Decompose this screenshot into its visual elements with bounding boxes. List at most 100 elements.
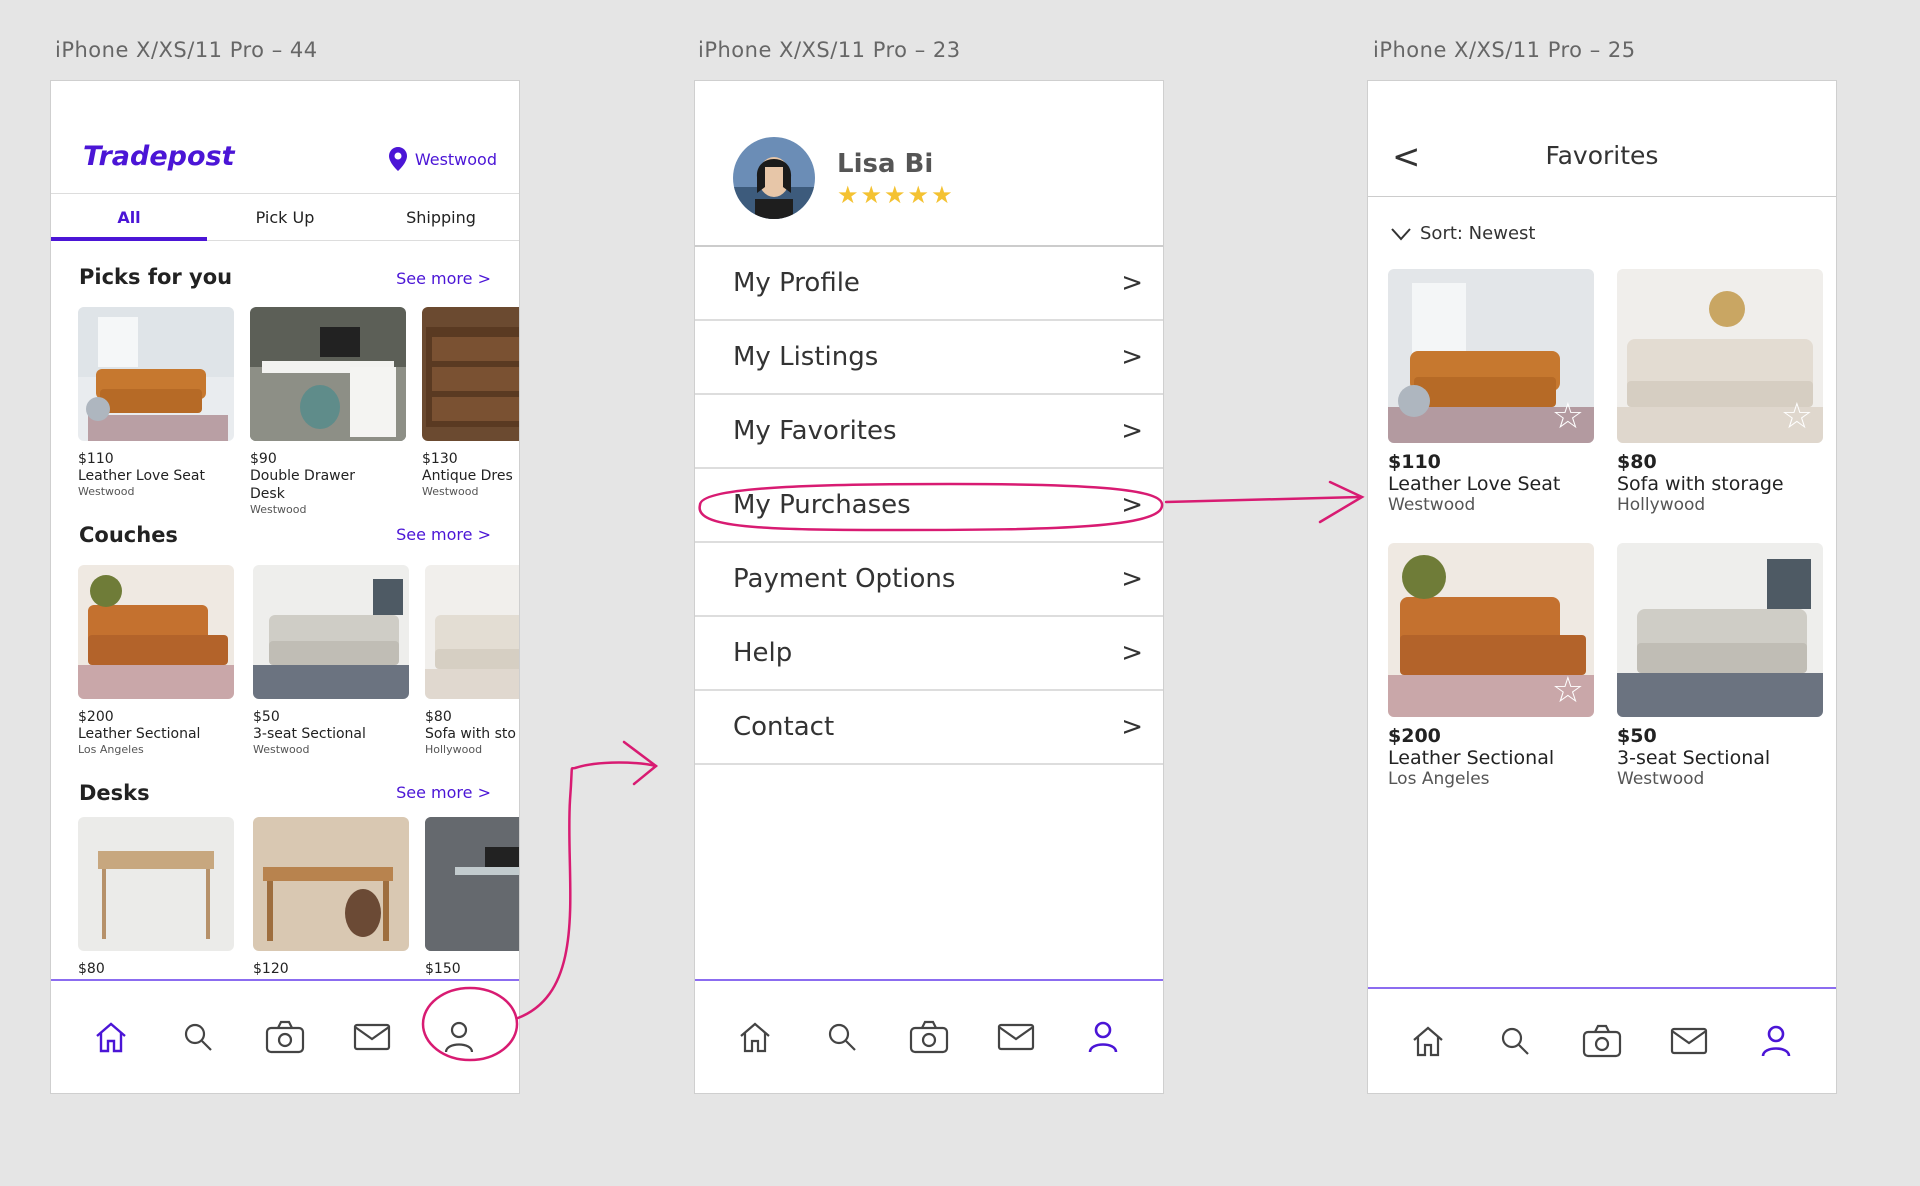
product-image xyxy=(250,307,406,441)
listing-price: $50 xyxy=(253,709,280,725)
listing-location: Westwood xyxy=(78,485,135,498)
menu-item-label: My Listings xyxy=(733,342,879,372)
listing-title: Leather Love Seat xyxy=(1388,473,1561,495)
see-more-desks[interactable]: See more > xyxy=(396,783,491,802)
camera-icon[interactable] xyxy=(1582,1021,1622,1061)
profile-icon[interactable] xyxy=(439,1017,479,1057)
profile-header: Lisa Bi ★★★★★ xyxy=(695,81,1163,247)
home-icon[interactable] xyxy=(1408,1021,1448,1061)
avatar[interactable] xyxy=(733,137,815,219)
sort-dropdown[interactable]: Sort: Newest xyxy=(1390,223,1535,244)
listing-price: $90 xyxy=(250,451,277,467)
menu-item-label: My Purchases xyxy=(733,490,911,520)
listing-title: Double Drawer xyxy=(250,468,355,484)
menu-item-label: My Favorites xyxy=(733,416,897,446)
listing-price: $110 xyxy=(1388,451,1441,473)
mail-icon[interactable] xyxy=(1669,1021,1709,1061)
home-icon[interactable] xyxy=(735,1017,775,1057)
mail-icon[interactable] xyxy=(352,1017,392,1057)
listing-price: $150 xyxy=(425,961,461,977)
section-title-picks: Picks for you xyxy=(79,265,233,289)
menu-item-contact[interactable]: Contact > xyxy=(695,691,1163,765)
camera-icon[interactable] xyxy=(909,1017,949,1057)
mail-icon[interactable] xyxy=(996,1017,1036,1057)
artboard-label-profile: iPhone X/XS/11 Pro – 23 xyxy=(698,38,961,62)
home-icon[interactable] xyxy=(91,1017,131,1057)
see-more-picks[interactable]: See more > xyxy=(396,269,491,288)
tab-all[interactable]: All xyxy=(51,194,207,241)
favorite-card[interactable]: $50 3-seat Sectional Westwood xyxy=(1617,543,1823,789)
listing-card[interactable]: $50 3-seat Sectional Westwood xyxy=(253,565,409,756)
chevron-down-icon xyxy=(1391,227,1411,240)
profile-icon[interactable] xyxy=(1756,1021,1796,1061)
chevron-right-icon: > xyxy=(1121,342,1143,372)
filter-tabs: All Pick Up Shipping xyxy=(51,193,519,241)
listing-title: Sofa with sto xyxy=(425,726,516,742)
listing-card[interactable]: $120 xyxy=(253,817,409,977)
search-icon[interactable] xyxy=(1495,1021,1535,1061)
tab-shipping[interactable]: Shipping xyxy=(363,194,519,240)
product-image xyxy=(425,817,519,951)
home-screen: Tradepost Westwood All Pick Up Shipping … xyxy=(50,80,520,1094)
listing-location: Westwood xyxy=(1617,769,1705,789)
search-icon[interactable] xyxy=(178,1017,218,1057)
listing-card[interactable]: $130 Antique Dres Westwood xyxy=(422,307,519,498)
camera-icon[interactable] xyxy=(265,1017,305,1057)
listing-price: $110 xyxy=(78,451,114,467)
artboard-label-home: iPhone X/XS/11 Pro – 44 xyxy=(55,38,318,62)
app-brand: Tradepost xyxy=(83,141,235,172)
search-icon[interactable] xyxy=(822,1017,862,1057)
product-image xyxy=(78,565,234,699)
location-label: Westwood xyxy=(414,149,497,169)
product-image xyxy=(253,817,409,951)
listing-title: 3-seat Sectional xyxy=(253,726,366,742)
listing-location: Westwood xyxy=(250,503,307,516)
listing-location: Westwood xyxy=(422,485,479,498)
section-title-desks: Desks xyxy=(79,781,150,805)
product-image xyxy=(422,307,519,441)
listing-price: $80 xyxy=(78,961,105,977)
favorite-card[interactable]: ☆ $110 Leather Love Seat Westwood xyxy=(1388,269,1594,515)
menu-item-my-listings[interactable]: My Listings > xyxy=(695,321,1163,395)
product-image: ☆ xyxy=(1617,269,1823,443)
bottom-tab-bar xyxy=(1368,987,1836,1093)
favorite-card[interactable]: ☆ $200 Leather Sectional Los Angeles xyxy=(1388,543,1594,789)
product-image xyxy=(78,817,234,951)
listing-price: $200 xyxy=(1388,725,1441,747)
listing-location: Westwood xyxy=(253,743,310,756)
favorite-star-icon[interactable]: ☆ xyxy=(1781,396,1813,437)
chevron-right-icon: > xyxy=(1121,564,1143,594)
favorite-star-icon[interactable]: ☆ xyxy=(1552,670,1584,711)
product-image xyxy=(253,565,409,699)
listing-card[interactable]: $110 Leather Love Seat Westwood xyxy=(78,307,234,498)
profile-icon[interactable] xyxy=(1083,1017,1123,1057)
see-more-couches[interactable]: See more > xyxy=(396,525,491,544)
listing-card[interactable]: $90 Double Drawer Desk Westwood xyxy=(250,307,406,516)
menu-item-label: Payment Options xyxy=(733,564,956,594)
listing-card[interactable]: $150 xyxy=(425,817,519,977)
menu-item-my-purchases[interactable]: My Purchases > xyxy=(695,469,1163,543)
listing-card[interactable]: $80 Sofa with sto Hollywood xyxy=(425,565,519,756)
tab-pick-up[interactable]: Pick Up xyxy=(207,194,363,240)
product-image xyxy=(1617,543,1823,717)
menu-item-my-favorites[interactable]: My Favorites > xyxy=(695,395,1163,469)
product-image xyxy=(78,307,234,441)
listing-price: $80 xyxy=(425,709,452,725)
chevron-right-icon: > xyxy=(1121,490,1143,520)
favorites-screen: < Favorites Sort: Newest ☆ $110 Leather … xyxy=(1367,80,1837,1094)
listing-price: $50 xyxy=(1617,725,1657,747)
flow-arrow-home-to-profile xyxy=(516,761,658,1020)
product-image: ☆ xyxy=(1388,543,1594,717)
chevron-right-icon: > xyxy=(1121,416,1143,446)
menu-item-payment-options[interactable]: Payment Options > xyxy=(695,543,1163,617)
listing-card[interactable]: $80 xyxy=(78,817,234,977)
favorite-star-icon[interactable]: ☆ xyxy=(1552,396,1584,437)
favorite-card[interactable]: ☆ $80 Sofa with storage Hollywood xyxy=(1617,269,1823,515)
menu-item-help[interactable]: Help > xyxy=(695,617,1163,691)
page-title: Favorites xyxy=(1545,141,1659,170)
menu-item-my-profile[interactable]: My Profile > xyxy=(695,247,1163,321)
listing-card[interactable]: $200 Leather Sectional Los Angeles xyxy=(78,565,234,756)
location-selector[interactable]: Westwood xyxy=(388,147,497,171)
listing-title-line2: Desk xyxy=(250,486,285,502)
bottom-tab-bar xyxy=(695,979,1163,1093)
